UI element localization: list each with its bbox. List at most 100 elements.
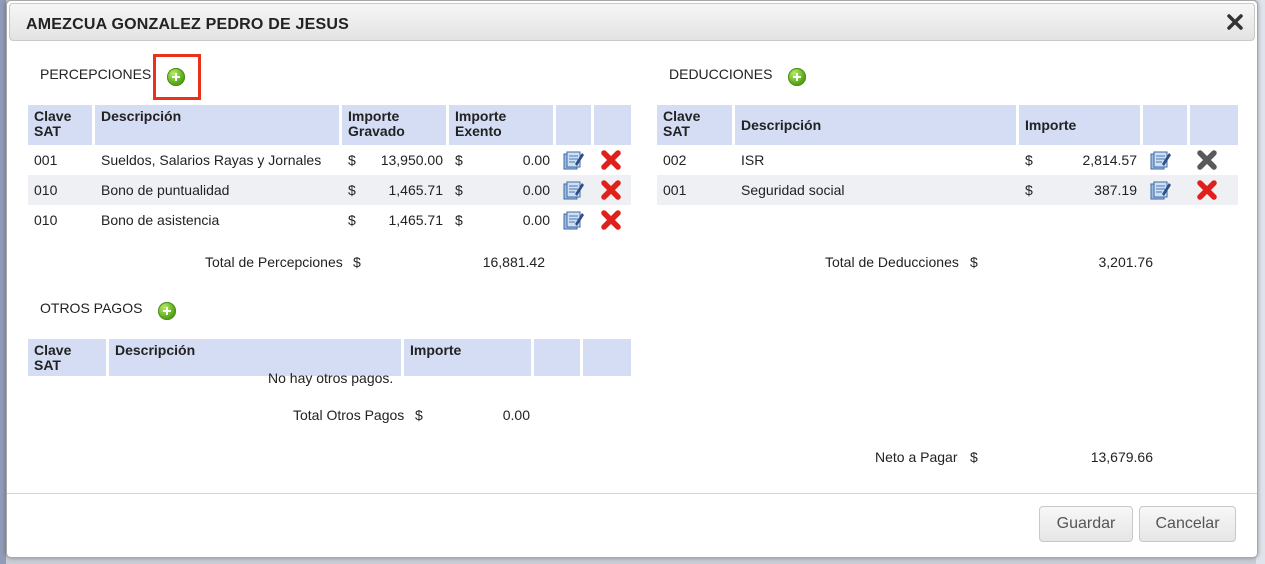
header-edit xyxy=(556,105,594,145)
table-row: 001 Seguridad social $387.19 xyxy=(657,175,1238,205)
delete-cell xyxy=(594,145,631,175)
total-otros-pagos-value: 0.00 xyxy=(502,407,530,423)
currency-sign: $ xyxy=(1025,152,1033,168)
header-delete xyxy=(1190,105,1238,145)
total-deducciones-currency: $ xyxy=(970,254,978,270)
currency-sign: $ xyxy=(455,182,463,198)
header-importe-gravado: Importe Gravado xyxy=(342,105,449,145)
header-clave-sat: Clave SAT xyxy=(28,105,95,145)
payroll-dialog: AMEZCUA GONZALEZ PEDRO DE JESUS PERCEPCI… xyxy=(6,0,1258,558)
gravado-cell: $13,950.00 xyxy=(342,145,449,175)
edit-document-icon[interactable] xyxy=(562,179,584,201)
delete-x-icon[interactable] xyxy=(600,149,622,171)
edit-cell xyxy=(556,205,594,235)
edit-document-icon[interactable] xyxy=(562,209,584,231)
gravado-cell: $1,465.71 xyxy=(342,175,449,205)
delete-x-icon[interactable] xyxy=(600,209,622,231)
table-row: 010 Bono de puntualidad $1,465.71 $0.00 xyxy=(28,175,631,205)
exento-value: 0.00 xyxy=(522,152,550,168)
table-row: 001 Sueldos, Salarios Rayas y Jornales $… xyxy=(28,145,631,175)
add-deduccion-icon[interactable] xyxy=(788,68,806,86)
clave-cell: 001 xyxy=(657,175,735,205)
edit-cell xyxy=(1143,175,1190,205)
exento-value: 0.00 xyxy=(522,212,550,228)
importe-cell: $2,814.57 xyxy=(1019,145,1143,175)
descripcion-cell: Bono de puntualidad xyxy=(95,175,342,205)
total-percepciones-currency: $ xyxy=(353,254,361,270)
neto-value: 13,679.66 xyxy=(1090,449,1153,465)
descripcion-cell: Sueldos, Salarios Rayas y Jornales xyxy=(101,152,322,168)
neto-currency: $ xyxy=(970,449,978,465)
edit-cell xyxy=(556,145,594,175)
dialog-titlebar: AMEZCUA GONZALEZ PEDRO DE JESUS xyxy=(9,3,1255,41)
header-edit xyxy=(534,339,583,376)
exento-cell: $0.00 xyxy=(449,175,556,205)
importe-value: 387.19 xyxy=(1094,182,1137,198)
exento-cell: $0.00 xyxy=(449,205,556,235)
importe-value: 2,814.57 xyxy=(1082,152,1138,168)
clave-cell: 001 xyxy=(34,152,58,168)
add-otro-pago-icon[interactable] xyxy=(158,302,176,320)
cancel-button[interactable]: Cancelar xyxy=(1139,506,1236,542)
table-row: 010 Bono de asistencia $1,465.71 $0.00 xyxy=(28,205,631,235)
edit-document-icon[interactable] xyxy=(562,149,584,171)
gravado-value: 1,465.71 xyxy=(388,212,444,228)
delete-cell xyxy=(1190,145,1238,175)
clave-cell: 002 xyxy=(663,152,687,168)
exento-cell: $0.00 xyxy=(449,145,556,175)
currency-sign: $ xyxy=(455,152,463,168)
footer-divider xyxy=(7,493,1257,494)
total-deducciones-label: Total de Deducciones xyxy=(825,254,959,270)
total-percepciones-value: 16,881.42 xyxy=(482,254,545,270)
descripcion-cell: ISR xyxy=(741,152,765,168)
exento-value: 0.00 xyxy=(522,182,550,198)
neto-label: Neto a Pagar xyxy=(875,449,958,465)
header-clave-sat: Clave SAT xyxy=(28,339,109,376)
total-deducciones-value: 3,201.76 xyxy=(1098,254,1154,270)
header-importe-exento: Importe Exento xyxy=(449,105,556,145)
edit-document-icon[interactable] xyxy=(1149,149,1171,171)
otros-pagos-label: OTROS PAGOS xyxy=(40,300,143,316)
percepciones-table: Clave SAT Descripción Importe Gravado Im… xyxy=(28,105,631,235)
delete-x-icon[interactable] xyxy=(1196,179,1218,201)
clave-cell: 010 xyxy=(28,175,95,205)
percepciones-label: PERCEPCIONES xyxy=(40,66,152,82)
currency-sign: $ xyxy=(348,152,356,168)
deducciones-label: DEDUCCIONES xyxy=(669,66,773,82)
descripcion-cell: Bono de asistencia xyxy=(101,212,220,228)
total-otros-pagos-currency: $ xyxy=(415,407,423,423)
currency-sign: $ xyxy=(1025,182,1033,198)
total-percepciones-label: Total de Percepciones xyxy=(205,254,343,270)
edit-document-icon[interactable] xyxy=(1149,179,1171,201)
close-icon[interactable] xyxy=(1226,13,1244,31)
header-delete xyxy=(594,105,631,145)
header-delete xyxy=(583,339,631,376)
header-descripcion: Descripción xyxy=(735,105,1019,145)
currency-sign: $ xyxy=(348,182,356,198)
delete-x-icon[interactable] xyxy=(600,179,622,201)
header-importe: Importe xyxy=(1019,105,1143,145)
gravado-cell: $1,465.71 xyxy=(342,205,449,235)
header-importe: Importe xyxy=(404,339,534,376)
delete-cell xyxy=(594,175,631,205)
gravado-value: 1,465.71 xyxy=(388,182,444,198)
save-button[interactable]: Guardar xyxy=(1039,506,1133,542)
currency-sign: $ xyxy=(455,212,463,228)
header-descripcion: Descripción xyxy=(95,105,342,145)
gravado-value: 13,950.00 xyxy=(380,152,443,168)
descripcion-cell: Seguridad social xyxy=(735,175,1019,205)
dialog-title: AMEZCUA GONZALEZ PEDRO DE JESUS xyxy=(26,16,349,33)
clave-cell: 010 xyxy=(34,212,58,228)
currency-sign: $ xyxy=(348,212,356,228)
header-edit xyxy=(1143,105,1190,145)
delete-cell xyxy=(1190,175,1238,205)
deducciones-table: Clave SAT Descripción Importe 002 ISR $2… xyxy=(657,105,1238,205)
delete-cell xyxy=(594,205,631,235)
importe-cell: $387.19 xyxy=(1019,175,1143,205)
edit-cell xyxy=(1143,145,1190,175)
empty-otros-pagos-message: No hay otros pagos. xyxy=(268,370,394,386)
delete-disabled-icon xyxy=(1197,150,1217,170)
table-row: 002 ISR $2,814.57 xyxy=(657,145,1238,175)
header-clave-sat: Clave SAT xyxy=(657,105,735,145)
add-percepcion-icon[interactable] xyxy=(167,68,185,86)
